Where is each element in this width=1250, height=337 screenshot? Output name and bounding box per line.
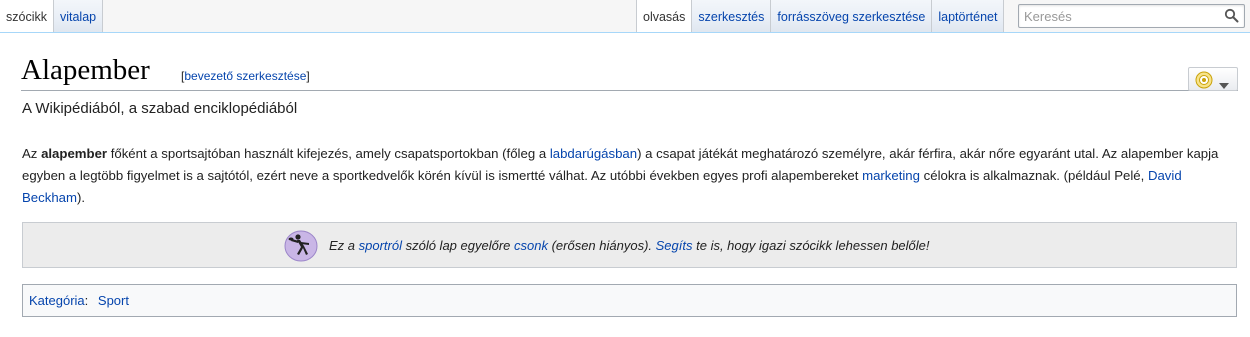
text-run: főként a sportsajtóban használt kifejezé… <box>107 146 550 161</box>
edit-bracket-close: ] <box>306 69 310 83</box>
article-paragraph: Az alapember főként a sportsajtóban hasz… <box>22 143 1232 209</box>
edit-section: [bevezető szerkesztése] <box>181 69 310 83</box>
text-run: ). <box>76 190 86 205</box>
watch-button[interactable] <box>1188 67 1238 91</box>
stub-text: Ez a sportról szóló lap egyelőre csonk (… <box>329 238 930 253</box>
category-separator: : <box>84 293 89 308</box>
link-csonk[interactable]: csonk <box>514 238 548 253</box>
stub-notice: Ez a sportról szóló lap egyelőre csonk (… <box>22 222 1237 268</box>
tab-edit[interactable]: szerkesztés <box>692 0 772 33</box>
link-segits[interactable]: Segíts <box>656 238 693 253</box>
link-marketing[interactable]: marketing <box>862 168 920 183</box>
eye-icon <box>1195 71 1213 94</box>
search-box <box>1018 4 1245 28</box>
search-input[interactable] <box>1019 5 1219 27</box>
bold-term: alapember <box>41 146 108 161</box>
category-links: Kategória: Sport <box>22 284 1237 317</box>
text-run: szóló lap egyelőre <box>401 238 514 253</box>
link-labdarugas[interactable]: labdarúgásban <box>550 146 637 161</box>
tab-article[interactable]: szócikk <box>0 0 54 33</box>
tab-talk[interactable]: vitalap <box>53 0 104 33</box>
edit-intro-link[interactable]: bevezető szerkesztése <box>184 69 306 83</box>
text-run: te is, hogy igazi szócikk lehessen belől… <box>692 238 930 253</box>
category-item-sport[interactable]: Sport <box>98 293 129 308</box>
tab-edit-source[interactable]: forrásszöveg szerkesztése <box>771 0 933 33</box>
text-run: Az <box>22 146 42 161</box>
discus-thrower-icon <box>284 230 318 267</box>
text-run: (erősen hiányos). <box>547 238 656 253</box>
page-title: Alapember <box>21 54 150 86</box>
heading-row: Alapember [bevezető szerkesztése] <box>21 49 1238 91</box>
namespace-tabs: szócikk vitalap <box>0 0 104 33</box>
search-icon[interactable] <box>1224 8 1240 24</box>
site-tagline: A Wikipédiából, a szabad enciklopédiából <box>22 100 298 117</box>
text-run: célokra is alkalmaznak. (például Pelé, <box>919 168 1148 183</box>
chevron-down-icon <box>1219 76 1229 94</box>
tab-history[interactable]: laptörténet <box>932 0 1005 33</box>
text-run: Ez a <box>329 238 359 253</box>
content-area: Alapember [bevezető szerkesztése] A Wiki… <box>0 32 1250 337</box>
tab-read[interactable]: olvasás <box>636 0 693 33</box>
link-sport[interactable]: sportról <box>359 238 402 253</box>
categories-label-link[interactable]: Kategória <box>29 293 85 308</box>
view-tabs: olvasás szerkesztés forrásszöveg szerkes… <box>636 0 1005 33</box>
